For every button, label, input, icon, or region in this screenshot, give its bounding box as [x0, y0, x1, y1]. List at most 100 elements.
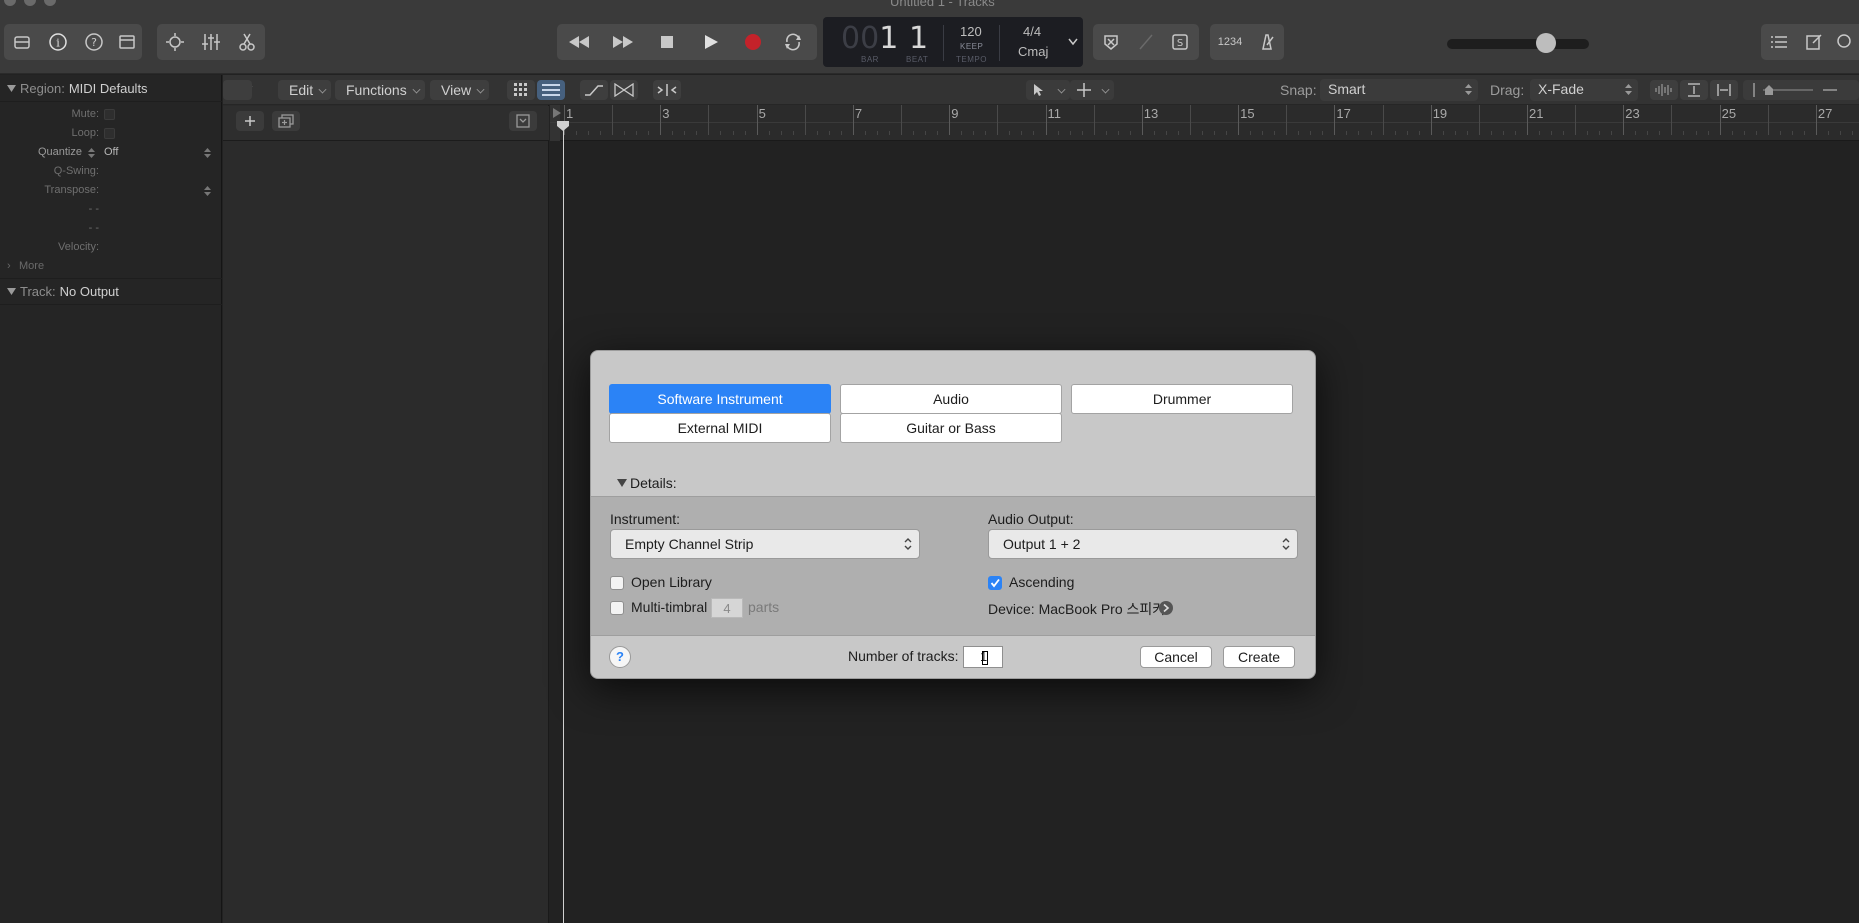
note-pad-button[interactable]	[1797, 24, 1831, 60]
snap-label: Snap:	[1280, 82, 1317, 98]
ruler-subtick	[1466, 131, 1468, 135]
audio-option[interactable]: Audio	[840, 384, 1062, 414]
global-tracks-button[interactable]	[509, 111, 537, 131]
cancel-button[interactable]: Cancel	[1140, 646, 1212, 668]
inspector-button[interactable]: i	[40, 24, 76, 60]
mute-row: Mute:	[0, 105, 222, 124]
ruler-subtick	[1009, 131, 1011, 135]
vertical-zoom-fit-button[interactable]	[1680, 80, 1708, 100]
toolbar-toggle-button[interactable]	[112, 24, 142, 60]
ruler-subtick	[1442, 131, 1444, 135]
inspector-panel: Region: MIDI Defaults Mute: Loop: Quanti…	[0, 75, 222, 923]
ruler-bar-number: 17	[1336, 106, 1351, 121]
ruler-subtick	[1635, 131, 1637, 135]
lcd-display[interactable]: 001 1 BAR BEAT 120 KEEP TEMPO 4/4 Cmaj	[823, 17, 1083, 67]
vertical-zoom-knob[interactable]	[1765, 85, 1773, 95]
metronome-button[interactable]	[1250, 24, 1284, 60]
region-header[interactable]: Region: MIDI Defaults	[0, 75, 222, 102]
edit-menu[interactable]: Edit	[278, 80, 332, 100]
lcd-chevron-down-icon[interactable]	[1068, 34, 1078, 49]
ruler-subtick	[1683, 131, 1685, 135]
rewind-button[interactable]	[557, 24, 601, 60]
ascending-checkbox[interactable]	[988, 576, 1002, 590]
pointer-tool-menu[interactable]	[1026, 80, 1070, 100]
flex-button[interactable]	[610, 80, 638, 100]
snap-popup[interactable]: Smart	[1320, 79, 1478, 101]
control-bar: Untitled 1 - Tracks i ? 001 1 BAR BEAT 1…	[0, 0, 1859, 74]
list-editors-button[interactable]	[1761, 24, 1797, 60]
functions-menu[interactable]: Functions	[335, 80, 425, 100]
more-row[interactable]: › More	[0, 257, 222, 276]
cycle-button[interactable]	[773, 24, 813, 60]
quick-help-button[interactable]: ?	[76, 24, 112, 60]
waveform-icon	[1655, 84, 1672, 96]
mute-checkbox[interactable]	[104, 109, 115, 120]
track-header[interactable]: Track: No Output	[0, 278, 222, 305]
transpose-row[interactable]: Transpose:	[0, 181, 222, 200]
master-volume-slider[interactable]	[1447, 39, 1589, 49]
disclosure-triangle-icon[interactable]	[7, 287, 16, 296]
waveform-zoom-button[interactable]	[1650, 80, 1678, 100]
library-button[interactable]	[4, 24, 40, 60]
smart-controls-button[interactable]	[157, 24, 193, 60]
external-midi-option[interactable]: External MIDI	[609, 413, 831, 443]
instrument-popup[interactable]: Empty Channel Strip	[610, 529, 920, 559]
number-of-tracks-field[interactable]: 1	[963, 646, 1003, 668]
play-button[interactable]	[689, 24, 733, 60]
replace-icon	[1104, 35, 1118, 50]
fast-forward-button[interactable]	[601, 24, 645, 60]
horizontal-zoom-fit-button[interactable]	[1710, 80, 1738, 100]
record-button[interactable]	[733, 24, 773, 60]
open-library-checkbox[interactable]	[610, 576, 624, 590]
grid-view-button[interactable]	[507, 80, 535, 100]
create-button[interactable]: Create	[1223, 646, 1295, 668]
bar-ruler[interactable]: 1 3 5 7 9 11 13 15 17 19 21 23 25 27	[550, 105, 1859, 141]
solo-button[interactable]: S	[1163, 24, 1197, 60]
automation-button[interactable]	[580, 80, 608, 100]
ruler-subtick	[1201, 131, 1203, 135]
quantize-row[interactable]: Quantize Off	[0, 143, 222, 162]
guitar-or-bass-option[interactable]: Guitar or Bass	[840, 413, 1062, 443]
software-instrument-option[interactable]: Software Instrument	[609, 384, 831, 414]
ruler-subtick	[1418, 131, 1420, 135]
audio-output-popup[interactable]: Output 1 + 2	[988, 529, 1298, 559]
drag-popup[interactable]: X-Fade	[1530, 79, 1638, 101]
playhead[interactable]	[563, 121, 564, 923]
quantize-updown-icon[interactable]	[88, 148, 95, 158]
close-window-icon[interactable]	[4, 0, 16, 6]
tuning-button[interactable]	[1129, 24, 1163, 60]
parts-field[interactable]: 4	[711, 598, 743, 618]
snap-to-playhead-button[interactable]	[653, 80, 681, 100]
editors-button[interactable]	[229, 24, 265, 60]
device-arrow-button[interactable]	[1159, 601, 1173, 615]
instrument-label: Instrument:	[610, 511, 681, 527]
lcd-signature: 4/4	[1023, 24, 1042, 39]
list-view-button[interactable]	[537, 80, 565, 100]
view-menu[interactable]: View	[430, 80, 490, 100]
count-in-button[interactable]: 1234	[1210, 24, 1250, 60]
add-track-button[interactable]	[236, 111, 264, 131]
mixer-button[interactable]	[193, 24, 229, 60]
secondary-tool-menu[interactable]	[1070, 80, 1114, 100]
ruler-subtick	[636, 131, 638, 135]
transpose-popup-icon[interactable]	[204, 186, 211, 196]
help-button[interactable]: ?	[609, 646, 631, 668]
minimize-window-icon[interactable]	[24, 0, 36, 6]
disclosure-triangle-icon[interactable]	[7, 84, 16, 93]
multi-timbral-checkbox[interactable]	[610, 601, 624, 615]
new-track-stack-button[interactable]	[272, 111, 300, 131]
stop-button[interactable]	[645, 24, 689, 60]
ruler-subtick	[1382, 105, 1384, 135]
quantize-popup-icon[interactable]	[204, 148, 211, 158]
ruler-subtick	[696, 131, 698, 135]
ruler-subtick	[1454, 131, 1456, 135]
replace-button[interactable]	[1093, 24, 1129, 60]
zoom-window-icon[interactable]	[44, 0, 56, 6]
ruler-subtick	[1358, 131, 1360, 135]
browser-button[interactable]	[1831, 24, 1859, 60]
drummer-option[interactable]: Drummer	[1071, 384, 1293, 414]
loop-checkbox[interactable]	[104, 128, 115, 139]
details-disclosure[interactable]: Details:	[617, 475, 677, 491]
master-volume-knob[interactable]	[1536, 33, 1556, 53]
ruler-subtick	[1478, 105, 1480, 135]
